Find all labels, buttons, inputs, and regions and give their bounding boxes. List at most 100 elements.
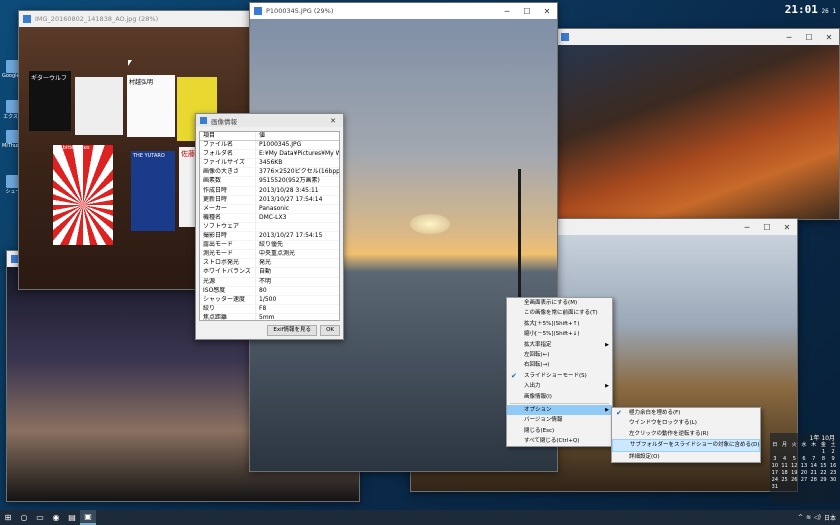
row-key: 絞り	[200, 304, 256, 313]
table-row[interactable]: 作成日時 2013/10/28 3:45:11	[200, 186, 339, 196]
row-value: 発光	[259, 259, 272, 267]
close-icon[interactable]: ✕	[537, 7, 557, 16]
titlebar[interactable]: ─ ☐ ✕	[557, 29, 839, 45]
table-row[interactable]: 機種名 DMC-LX3	[200, 213, 339, 223]
maximize-icon[interactable]: ☐	[799, 33, 819, 42]
menu-item[interactable]: バージョン情報	[507, 415, 612, 425]
options-submenu[interactable]: ✔ 極力余白を埋める(F) ウインドウをロックする(L) 左クリックの動作を逆転する(…	[611, 407, 761, 463]
menu-item[interactable]: この画像を常に前面にする(T)	[507, 308, 612, 318]
table-row[interactable]: 絞り F8	[200, 304, 339, 314]
table-row[interactable]: メーカー Panasonic	[200, 204, 339, 214]
calendar-day: 22	[820, 470, 827, 476]
submenu-item-label: 極力余白を埋める(F)	[629, 410, 681, 416]
row-key: 測光モード	[200, 250, 256, 259]
ok-button[interactable]: OK	[320, 325, 340, 336]
table-row[interactable]: 画素数 9515520(952万画素)	[200, 177, 339, 187]
table-row[interactable]: 撮影日時 2013/10/27 17:54:15	[200, 232, 339, 242]
row-key: 露出モード	[200, 241, 256, 250]
minimize-icon[interactable]: ─	[737, 223, 757, 232]
submenu-item[interactable]: ✔ 極力余白を埋める(F)	[612, 408, 760, 418]
submenu-item[interactable]: 左クリックの動作を逆転する(R)	[612, 429, 760, 439]
poster-text: the bitter aces	[53, 145, 90, 151]
menu-item-label: オプション	[524, 406, 552, 413]
calendar-day	[780, 484, 790, 491]
wifi-icon[interactable]: ≋	[806, 514, 811, 521]
calendar-day: 19	[791, 470, 798, 476]
menu-item[interactable]: ✔ スライドショーモード(S)	[507, 371, 612, 381]
ime-indicator[interactable]: 日本	[824, 513, 836, 522]
app-icon	[561, 33, 569, 41]
row-value	[256, 223, 339, 231]
calendar-day: 12	[791, 463, 798, 469]
calendar-day: 7	[812, 456, 816, 462]
table-row[interactable]: ファイル名 P1000345.JPG	[200, 141, 339, 151]
image-info-dialog[interactable]: 画像情報 ✕ 項目 値 ファイル名 P1000345.JPG フォルダ名 E:¥My …	[195, 113, 344, 340]
row-key: ホワイトバランス	[200, 268, 256, 277]
table-row[interactable]: ソフトウェア	[200, 222, 339, 233]
table-row[interactable]: 光源 不明	[200, 277, 339, 287]
search-icon[interactable]: ○	[16, 510, 32, 525]
menu-item[interactable]: 右回転(→)	[507, 360, 612, 370]
chrome-icon[interactable]: ◉	[48, 510, 64, 525]
submenu-item[interactable]: サブフォルダーをスライドショーの対象に含める(D)	[612, 439, 760, 452]
menu-item[interactable]: 画像情報(I)	[507, 392, 612, 402]
table-row[interactable]: 画像の大きさ 3776×2520ピクセル(16bpp)	[200, 168, 339, 178]
menu-item[interactable]: オプション ▶	[507, 404, 612, 416]
submenu-arrow-icon: ▶	[605, 406, 609, 413]
table-row[interactable]: 測光モード 中央重点測光	[200, 250, 339, 260]
calendar-day: 9	[831, 456, 835, 462]
row-value: E:¥My Data¥Pictures¥My Works¥O...	[259, 150, 339, 158]
table-row[interactable]: 焦点距離 5mm	[200, 313, 339, 320]
menu-item[interactable]: 左回転(←)	[507, 350, 612, 360]
close-icon[interactable]: ✕	[323, 117, 343, 125]
viewer-window-autumn[interactable]: ─ ☐ ✕	[556, 28, 840, 220]
up-arrow-icon[interactable]: ^	[798, 514, 803, 521]
calendar-day	[780, 449, 790, 456]
minimize-icon[interactable]: ─	[779, 33, 799, 42]
table-row[interactable]: ISO感度 80	[200, 286, 339, 296]
menu-item[interactable]: 入出力 ▶	[507, 381, 612, 391]
taskview-icon[interactable]: ▭	[32, 510, 48, 525]
table-row[interactable]: 露出モード 絞り優先	[200, 241, 339, 251]
submenu-item[interactable]: 詳細設定(O)	[612, 452, 760, 462]
menu-item[interactable]: 拡大率指定 ▶	[507, 340, 612, 350]
volume-icon[interactable]: ◁)	[814, 514, 821, 521]
maximize-icon[interactable]: ☐	[757, 223, 777, 232]
minimize-icon[interactable]: ─	[497, 7, 517, 16]
calendar-day: 4	[782, 456, 787, 462]
calendar-day: 1	[821, 449, 826, 455]
start-button[interactable]: ⊞	[0, 510, 16, 525]
menu-item[interactable]: 縮小[－5%](Shift+↓)	[507, 329, 612, 339]
viewer-app-icon[interactable]: ▣	[80, 510, 96, 525]
exif-button[interactable]: Exif情報を見る	[267, 325, 318, 336]
row-key: シャッター速度	[200, 295, 256, 304]
table-row[interactable]: フォルダ名E:¥My Data¥Pictures¥My Works¥O...	[200, 150, 339, 160]
poster-text: ギターウルフ	[31, 75, 68, 82]
table-row[interactable]: シャッター速度 1/500	[200, 295, 339, 305]
close-icon[interactable]: ✕	[819, 33, 839, 42]
table-row[interactable]: ストロボ発光 発光	[200, 259, 339, 269]
info-table[interactable]: 項目 値 ファイル名 P1000345.JPG フォルダ名 E:¥My Data¥Pi…	[199, 131, 340, 321]
clock-time: 21:01	[784, 3, 818, 16]
menu-item[interactable]: すべて閉じる(Ctrl+Q)	[507, 436, 612, 446]
menu-item-label: 拡大[＋5%](Shift+↑)	[524, 320, 580, 327]
menu-item[interactable]: 拡大[＋5%](Shift+↑)	[507, 319, 612, 329]
menu-item[interactable]: 全画面表示にする(M)	[507, 298, 612, 308]
menu-item[interactable]: 閉じる(Esc)	[507, 426, 612, 436]
table-row[interactable]: ホワイトバランス 自動	[200, 268, 339, 278]
row-key: メーカー	[200, 204, 256, 213]
photo-autumn-temple[interactable]	[557, 45, 839, 219]
maximize-icon[interactable]: ☐	[517, 7, 537, 16]
table-row[interactable]: ファイルサイズ 3456KB	[200, 159, 339, 169]
context-menu[interactable]: 全画面表示にする(M) この画像を常に前面にする(T) 拡大[＋5%](Shift+…	[506, 297, 613, 448]
explorer-icon[interactable]: ▤	[64, 510, 80, 525]
submenu-item[interactable]: ウインドウをロックする(L)	[612, 418, 760, 428]
dialog-titlebar[interactable]: 画像情報 ✕	[196, 114, 343, 127]
table-row[interactable]: 更新日時 2013/10/27 17:54:14	[200, 195, 339, 205]
titlebar[interactable]: IMG_20160802_141838_AO.jpg (28%)	[19, 11, 255, 27]
close-icon[interactable]: ✕	[777, 223, 797, 232]
row-value: 自動	[259, 268, 272, 276]
row-value: Panasonic	[259, 204, 290, 212]
calendar-day	[819, 484, 829, 491]
titlebar[interactable]: P1000345.JPG (29%) ─ ☐ ✕	[250, 3, 557, 19]
